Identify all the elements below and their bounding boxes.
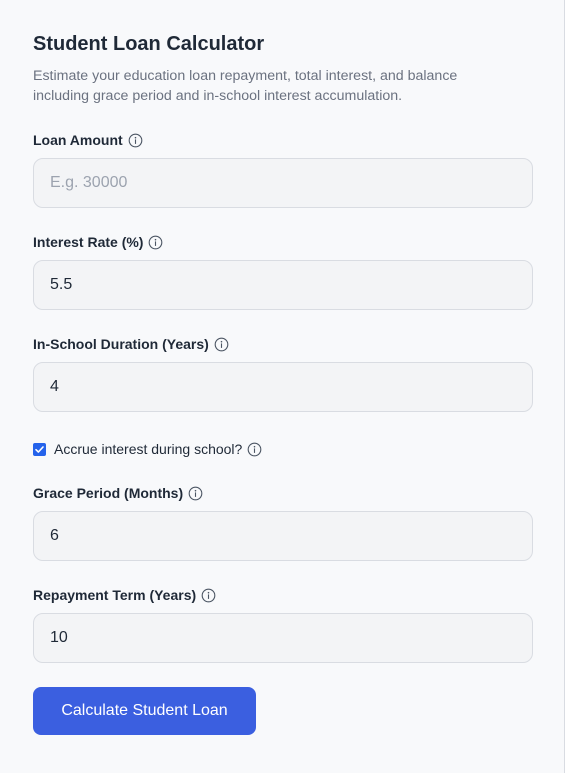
calculate-button[interactable]: Calculate Student Loan bbox=[33, 687, 256, 735]
loan-amount-field: Loan Amount E.g. 30000 bbox=[33, 130, 533, 208]
in-school-duration-field: In-School Duration (Years) 4 bbox=[33, 334, 533, 412]
info-icon[interactable] bbox=[201, 588, 216, 603]
in-school-duration-value: 4 bbox=[50, 378, 59, 395]
loan-amount-placeholder: E.g. 30000 bbox=[50, 174, 128, 191]
in-school-duration-input[interactable]: 4 bbox=[33, 362, 533, 412]
page: Student Loan Calculator Estimate your ed… bbox=[0, 0, 565, 773]
accrue-interest-checkbox[interactable] bbox=[33, 442, 46, 456]
grace-period-field: Grace Period (Months) 6 bbox=[33, 483, 533, 561]
grace-period-label-row: Grace Period (Months) bbox=[33, 483, 533, 503]
loan-amount-input[interactable]: E.g. 30000 bbox=[33, 158, 533, 208]
in-school-duration-label: In-School Duration (Years) bbox=[33, 336, 209, 352]
repayment-term-value: 10 bbox=[50, 629, 68, 646]
checkmark-icon bbox=[35, 445, 44, 453]
info-icon[interactable] bbox=[188, 486, 203, 501]
repayment-term-field: Repayment Term (Years) 10 bbox=[33, 585, 533, 663]
interest-rate-label: Interest Rate (%) bbox=[33, 234, 144, 250]
loan-amount-label: Loan Amount bbox=[33, 132, 123, 148]
calculator-description: Estimate your education loan repayment, … bbox=[33, 68, 458, 104]
interest-rate-value: 5.5 bbox=[50, 276, 73, 293]
interest-rate-field: Interest Rate (%) 5.5 bbox=[33, 232, 533, 310]
grace-period-input[interactable]: 6 bbox=[33, 511, 533, 561]
calculator-card: Student Loan Calculator Estimate your ed… bbox=[33, 32, 533, 735]
interest-rate-input[interactable]: 5.5 bbox=[33, 260, 533, 310]
loan-amount-label-row: Loan Amount bbox=[33, 130, 533, 150]
repayment-term-label: Repayment Term (Years) bbox=[33, 587, 197, 603]
info-icon[interactable] bbox=[128, 133, 143, 148]
info-icon[interactable] bbox=[247, 442, 262, 457]
info-icon[interactable] bbox=[214, 337, 229, 352]
in-school-duration-label-row: In-School Duration (Years) bbox=[33, 334, 533, 354]
repayment-term-label-row: Repayment Term (Years) bbox=[33, 585, 533, 605]
accrue-interest-row: Accrue interest during school? bbox=[33, 439, 533, 459]
calculator-title: Student Loan Calculator bbox=[33, 33, 265, 55]
grace-period-value: 6 bbox=[50, 527, 59, 544]
grace-period-label: Grace Period (Months) bbox=[33, 485, 184, 501]
info-icon[interactable] bbox=[148, 235, 163, 250]
interest-rate-label-row: Interest Rate (%) bbox=[33, 232, 533, 252]
accrue-interest-label[interactable]: Accrue interest during school? bbox=[54, 441, 242, 457]
repayment-term-input[interactable]: 10 bbox=[33, 613, 533, 663]
